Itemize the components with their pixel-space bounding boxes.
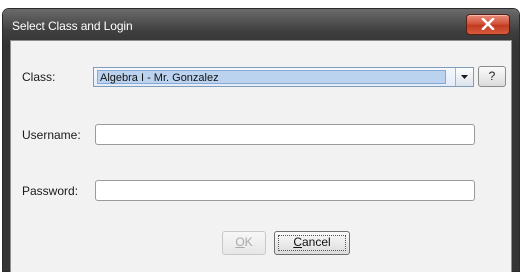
ok-button[interactable]: OK (222, 231, 266, 255)
username-field[interactable] (95, 124, 475, 145)
password-field[interactable] (95, 180, 475, 201)
dialog-body: Class: Algebra I - Mr. Gonzalez ? Userna… (10, 40, 512, 272)
focus-ring (278, 235, 346, 251)
class-dropdown[interactable]: Algebra I - Mr. Gonzalez (93, 67, 474, 87)
dropdown-arrow-button[interactable] (455, 68, 473, 86)
password-label: Password: (22, 184, 79, 198)
chevron-down-icon (461, 75, 468, 79)
class-label: Class: (22, 70, 56, 84)
ok-button-mnemonic: O (235, 235, 245, 249)
class-dropdown-value: Algebra I - Mr. Gonzalez (97, 70, 446, 84)
title-bar[interactable]: Select Class and Login (3, 9, 519, 41)
ok-button-label: K (244, 235, 253, 249)
close-icon (481, 18, 495, 30)
help-button[interactable]: ? (478, 66, 506, 87)
username-label: Username: (22, 128, 81, 142)
dialog-title: Select Class and Login (12, 19, 133, 33)
close-button[interactable] (466, 14, 510, 35)
cancel-button[interactable]: Cancel (274, 231, 350, 255)
login-dialog: Select Class and Login Class: Algebra I … (3, 9, 519, 272)
